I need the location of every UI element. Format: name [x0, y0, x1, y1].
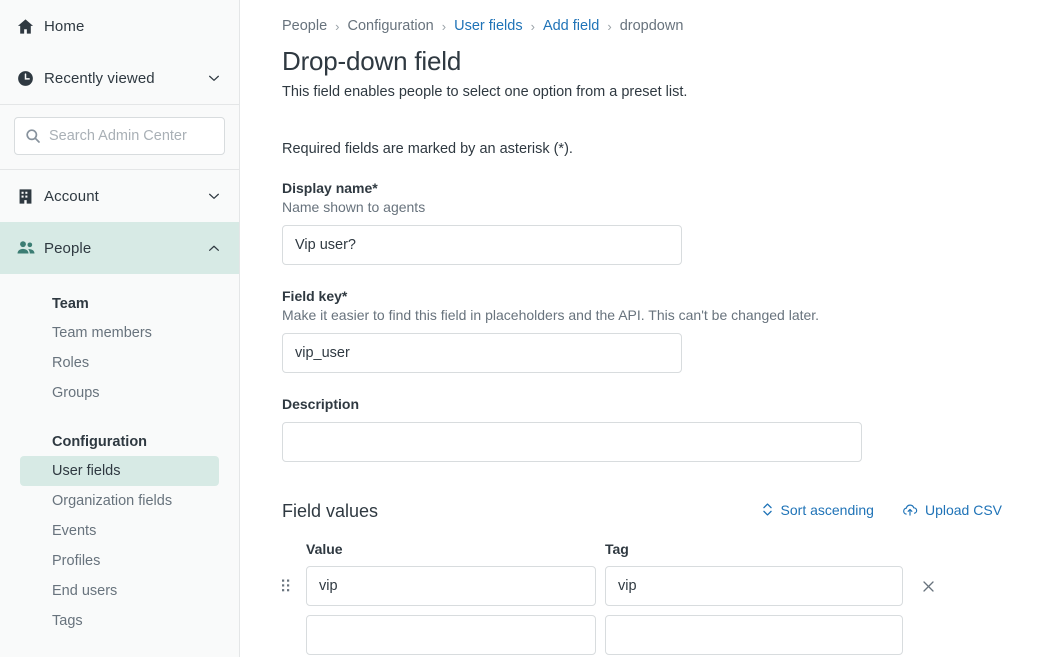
clock-icon	[16, 69, 44, 88]
sidebar-item-account[interactable]: Account	[0, 170, 239, 222]
field-values-column-headers: Value Tag	[282, 541, 1049, 557]
upload-csv-button[interactable]: Upload CSV	[902, 502, 1002, 518]
upload-csv-label: Upload CSV	[925, 502, 1002, 518]
breadcrumb-item-user-fields[interactable]: User fields	[454, 18, 523, 34]
sidebar: Home Recently viewed	[0, 0, 240, 657]
field-tag-input[interactable]	[605, 615, 903, 655]
field-key-field-group: Field key* Make it easier to find this f…	[282, 288, 1049, 373]
sidebar-item-organization-fields[interactable]: Organization fields	[20, 486, 219, 516]
field-value-input[interactable]	[306, 615, 596, 655]
breadcrumb-item-dropdown: dropdown	[620, 18, 684, 34]
sidebar-item-team-members[interactable]: Team members	[20, 318, 219, 348]
building-icon	[16, 187, 44, 206]
sidebar-item-roles[interactable]: Roles	[20, 348, 219, 378]
sidebar-item-profiles[interactable]: Profiles	[20, 546, 219, 576]
field-key-hint: Make it easier to find this field in pla…	[282, 307, 1049, 323]
sidebar-item-label: People	[44, 240, 207, 257]
spacer	[0, 408, 239, 422]
required-fields-note: Required fields are marked by an asteris…	[282, 141, 1049, 157]
breadcrumb-separator-icon: ›	[335, 19, 339, 34]
sort-ascending-button[interactable]: Sort ascending	[761, 502, 874, 518]
sidebar-subnav: Team Team members Roles Groups Configura…	[0, 274, 239, 636]
cloud-upload-icon	[902, 502, 918, 518]
sidebar-item-label: Account	[44, 188, 207, 205]
column-header-value: Value	[306, 541, 605, 557]
display-name-hint: Name shown to agents	[282, 199, 1049, 215]
sidebar-item-label: Home	[44, 18, 207, 35]
description-label: Description	[282, 396, 1049, 412]
home-icon	[16, 17, 44, 36]
breadcrumb-item-add-field[interactable]: Add field	[543, 18, 599, 34]
field-key-label: Field key*	[282, 288, 1049, 304]
sort-ascending-label: Sort ascending	[781, 502, 874, 518]
sidebar-item-end-users[interactable]: End users	[20, 576, 219, 606]
field-value-row	[282, 615, 1049, 655]
sidebar-group-header-team: Team	[0, 290, 239, 318]
drag-handle-icon[interactable]	[282, 579, 306, 593]
field-values-title: Field values	[282, 501, 378, 522]
sidebar-group-header-configuration: Configuration	[0, 428, 239, 456]
app-root: Home Recently viewed	[0, 0, 1049, 657]
display-name-field-group: Display name* Name shown to agents	[282, 180, 1049, 265]
breadcrumb-item-people[interactable]: People	[282, 18, 327, 34]
sidebar-item-events[interactable]: Events	[20, 516, 219, 546]
breadcrumb-separator-icon: ›	[442, 19, 446, 34]
description-field-group: Description	[282, 396, 1049, 462]
description-input[interactable]	[282, 422, 862, 462]
field-values-header: Field values Sort ascending	[282, 501, 1002, 522]
main-content: People › Configuration › User fields › A…	[240, 0, 1049, 657]
breadcrumb-separator-icon: ›	[531, 19, 535, 34]
sidebar-item-home[interactable]: Home	[0, 0, 239, 52]
field-values-actions: Sort ascending Upload CSV	[761, 502, 1002, 518]
breadcrumb: People › Configuration › User fields › A…	[282, 16, 1049, 36]
people-icon	[16, 238, 44, 258]
page-title: Drop-down field	[282, 46, 1049, 77]
sidebar-item-groups[interactable]: Groups	[20, 378, 219, 408]
breadcrumb-separator-icon: ›	[607, 19, 611, 34]
breadcrumb-item-configuration[interactable]: Configuration	[348, 18, 434, 34]
chevron-down-icon[interactable]	[207, 189, 223, 203]
column-header-tag: Tag	[605, 541, 629, 557]
chevron-down-icon[interactable]	[207, 71, 223, 85]
sidebar-item-user-fields[interactable]: User fields	[20, 456, 219, 486]
sidebar-search-area	[0, 105, 239, 169]
search-input[interactable]	[49, 128, 214, 144]
sidebar-item-recently-viewed[interactable]: Recently viewed	[0, 52, 239, 104]
sort-chevrons-icon	[761, 502, 774, 517]
sidebar-item-people[interactable]: People	[0, 222, 239, 274]
field-value-input[interactable]	[306, 566, 596, 606]
remove-row-button[interactable]	[911, 579, 945, 594]
sidebar-item-tags[interactable]: Tags	[20, 606, 219, 636]
field-key-input[interactable]	[282, 333, 682, 373]
search-icon	[25, 128, 41, 144]
field-value-row	[282, 566, 1049, 606]
sidebar-item-label: Recently viewed	[44, 70, 207, 87]
search-box[interactable]	[14, 117, 225, 155]
display-name-input[interactable]	[282, 225, 682, 265]
field-tag-input[interactable]	[605, 566, 903, 606]
page-subtitle: This field enables people to select one …	[282, 84, 1049, 100]
chevron-up-icon[interactable]	[207, 241, 223, 255]
display-name-label: Display name*	[282, 180, 1049, 196]
